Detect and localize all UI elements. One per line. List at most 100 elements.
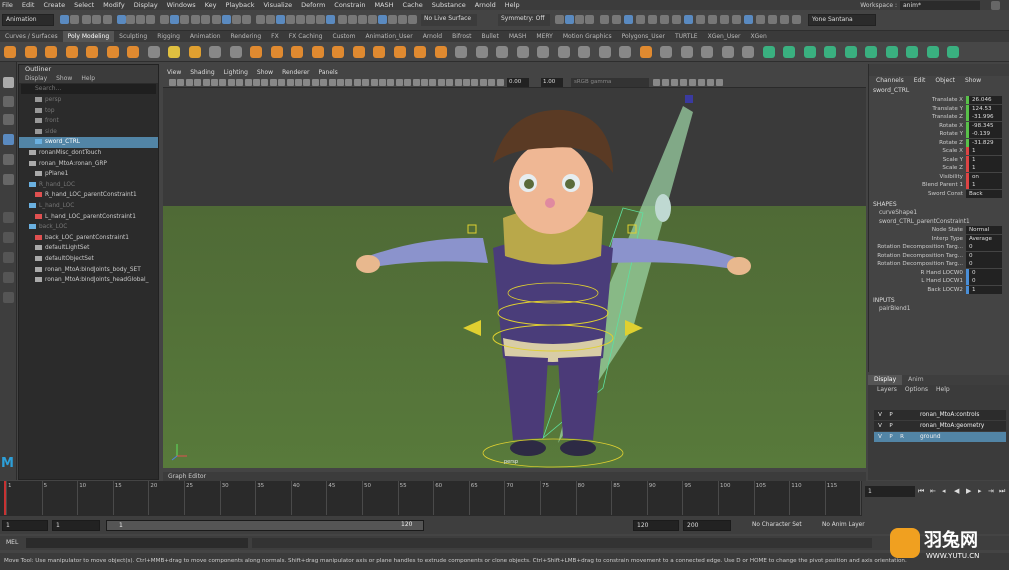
attribute-value-field[interactable]: 0 bbox=[966, 251, 1002, 260]
outliner-item[interactable]: R_hand_LOC bbox=[19, 180, 158, 191]
viewport-tool-icon[interactable] bbox=[680, 79, 687, 86]
shelf-tab-poly-modeling[interactable]: Poly Modeling bbox=[62, 31, 115, 42]
shelf-tool-icon[interactable] bbox=[742, 46, 754, 58]
attribute-value-field[interactable]: on bbox=[966, 172, 1002, 181]
channel-attribute[interactable]: Scale X1 bbox=[869, 147, 1009, 156]
attribute-value-field[interactable]: 0 bbox=[966, 260, 1002, 269]
menu-constrain[interactable]: Constrain bbox=[334, 1, 365, 9]
status-tool-icon[interactable] bbox=[378, 15, 387, 24]
menu-arnold[interactable]: Arnold bbox=[475, 1, 496, 9]
viewport-tool-icon[interactable] bbox=[387, 79, 395, 86]
viewport-menu-panels[interactable]: Panels bbox=[318, 69, 337, 76]
status-tool-icon[interactable] bbox=[708, 15, 717, 24]
channel-attribute[interactable]: Rotation Decomposition Targ... 0 bbox=[869, 251, 1009, 261]
shelf-tab-sculpting[interactable]: Sculpting bbox=[114, 31, 152, 42]
channel-attribute[interactable]: Scale Z1 bbox=[869, 164, 1009, 173]
outliner-search-input[interactable]: Search... bbox=[21, 84, 156, 94]
range-slider[interactable]: 1 bbox=[106, 520, 424, 531]
viewport-tool-icon[interactable] bbox=[328, 79, 336, 86]
shelf-tool-icon[interactable] bbox=[147, 46, 160, 58]
outliner-item[interactable]: ronan_MtoA:bindJoints_body_SET bbox=[19, 265, 158, 276]
menu-create[interactable]: Create bbox=[43, 1, 65, 9]
viewport-tool-icon[interactable] bbox=[219, 79, 227, 86]
viewport-tool-icon[interactable] bbox=[227, 79, 235, 86]
status-tool-icon[interactable] bbox=[732, 15, 741, 24]
viewport-tool-icon[interactable] bbox=[236, 79, 244, 86]
status-tool-icon[interactable] bbox=[585, 15, 594, 24]
shelf-tool-icon[interactable] bbox=[106, 46, 119, 58]
status-tool-icon[interactable] bbox=[92, 15, 101, 24]
channel-attribute[interactable]: Translate Y 124.53 bbox=[869, 104, 1009, 114]
step-back-frame-icon[interactable]: ◂ bbox=[942, 487, 946, 495]
outliner-item[interactable]: top bbox=[19, 106, 158, 117]
status-tool-icon[interactable] bbox=[768, 15, 777, 24]
outliner-menu-help[interactable]: Help bbox=[81, 74, 95, 83]
workspace-dropdown[interactable]: anim* bbox=[900, 0, 980, 10]
viewport-tool-icon[interactable] bbox=[707, 79, 714, 86]
status-tool-icon[interactable] bbox=[191, 15, 200, 24]
outliner-item[interactable]: ronan_MtoA:ronan_GRP bbox=[19, 159, 158, 170]
channel-attribute[interactable]: Translate Z -31.996 bbox=[869, 113, 1009, 122]
viewport-tool-icon[interactable] bbox=[370, 79, 378, 86]
step-forward-frame-icon[interactable]: ▸ bbox=[978, 487, 982, 495]
outliner-item[interactable]: defaultLightSet bbox=[19, 243, 158, 254]
colorspace-dropdown[interactable]: sRGB gamma bbox=[571, 78, 649, 87]
shelf-tool-icon[interactable] bbox=[906, 46, 918, 58]
shelf-tool-icon[interactable] bbox=[947, 46, 959, 58]
settings-icon[interactable] bbox=[991, 0, 1000, 10]
shelf-tool-icon[interactable] bbox=[475, 46, 488, 58]
scale-tool-icon[interactable] bbox=[3, 174, 14, 185]
viewport-tool-icon[interactable] bbox=[463, 79, 470, 86]
layer-reference-toggle[interactable]: R bbox=[898, 433, 906, 441]
step-back-key-icon[interactable]: ⇤ bbox=[930, 487, 936, 495]
viewport-menu-show[interactable]: Show bbox=[257, 69, 273, 76]
menu-display[interactable]: Display bbox=[134, 1, 158, 9]
shelf-tool-icon[interactable] bbox=[762, 46, 775, 58]
status-tool-icon[interactable] bbox=[146, 15, 155, 24]
shelf-tool-icon[interactable] bbox=[598, 46, 611, 58]
status-tool-icon[interactable] bbox=[170, 15, 179, 24]
menu-mash[interactable]: MASH bbox=[374, 1, 393, 9]
attribute-value-field[interactable]: 0 bbox=[966, 277, 1002, 286]
viewport-tool-icon[interactable] bbox=[653, 79, 660, 86]
layer-menu-help[interactable]: Help bbox=[936, 385, 950, 395]
shelf-tab-animation[interactable]: Animation bbox=[185, 31, 226, 42]
status-tool-icon[interactable] bbox=[201, 15, 210, 24]
attribute-value-field[interactable]: 0 bbox=[966, 268, 1002, 277]
status-tool-icon[interactable] bbox=[326, 15, 335, 24]
attribute-value-field[interactable]: Average bbox=[966, 234, 1002, 243]
shelf-tool-icon[interactable] bbox=[680, 46, 693, 58]
viewport-tool-icon[interactable] bbox=[471, 79, 479, 86]
shelf-tab-rendering[interactable]: Rendering bbox=[226, 31, 267, 42]
shelf-tool-icon[interactable] bbox=[250, 46, 262, 58]
exposure-field[interactable]: 0.00 bbox=[507, 78, 529, 87]
input-node[interactable]: pairBlend1 bbox=[869, 305, 1009, 314]
channel-attribute[interactable]: Scale Y1 bbox=[869, 155, 1009, 165]
status-tool-icon[interactable] bbox=[180, 15, 189, 24]
status-tool-icon[interactable] bbox=[242, 15, 251, 24]
status-tool-icon[interactable] bbox=[103, 15, 112, 24]
viewport-tool-icon[interactable] bbox=[479, 79, 487, 86]
shelf-tab-curves-surfaces[interactable]: Curves / Surfaces bbox=[0, 31, 63, 42]
channel-attribute[interactable]: Rotation Decomposition Targ... 0 bbox=[869, 243, 1009, 252]
viewport-tool-icon[interactable] bbox=[437, 79, 445, 86]
mel-input[interactable] bbox=[26, 538, 248, 548]
viewport-tool-icon[interactable] bbox=[689, 79, 696, 86]
go-to-end-icon[interactable]: ⏭ bbox=[999, 487, 1005, 496]
channel-attribute[interactable]: Rotate X -98.345 bbox=[869, 121, 1009, 131]
status-tool-icon[interactable] bbox=[408, 15, 417, 24]
viewport-menu-lighting[interactable]: Lighting bbox=[224, 69, 248, 76]
outliner-item[interactable]: ronanMisc_dontTouch bbox=[19, 148, 158, 159]
channel-attribute[interactable]: Rotate Y -0.139 bbox=[869, 130, 1009, 139]
layer-tab-display[interactable]: Display bbox=[868, 375, 903, 385]
status-tool-icon[interactable] bbox=[612, 15, 621, 24]
status-tool-icon[interactable] bbox=[160, 15, 169, 24]
shape-node[interactable]: sword_CTRL_parentConstraint1 bbox=[869, 218, 1009, 227]
viewport-tool-icon[interactable] bbox=[211, 79, 218, 86]
outliner-item[interactable]: front bbox=[19, 116, 158, 127]
outliner-item[interactable]: back_LOC_parentConstraint1 bbox=[19, 233, 158, 244]
shelf-tool-icon[interactable] bbox=[332, 46, 344, 58]
attribute-value-field[interactable]: 1 bbox=[966, 155, 1002, 164]
status-tool-icon[interactable] bbox=[316, 15, 325, 24]
menu-key[interactable]: Key bbox=[205, 1, 217, 9]
